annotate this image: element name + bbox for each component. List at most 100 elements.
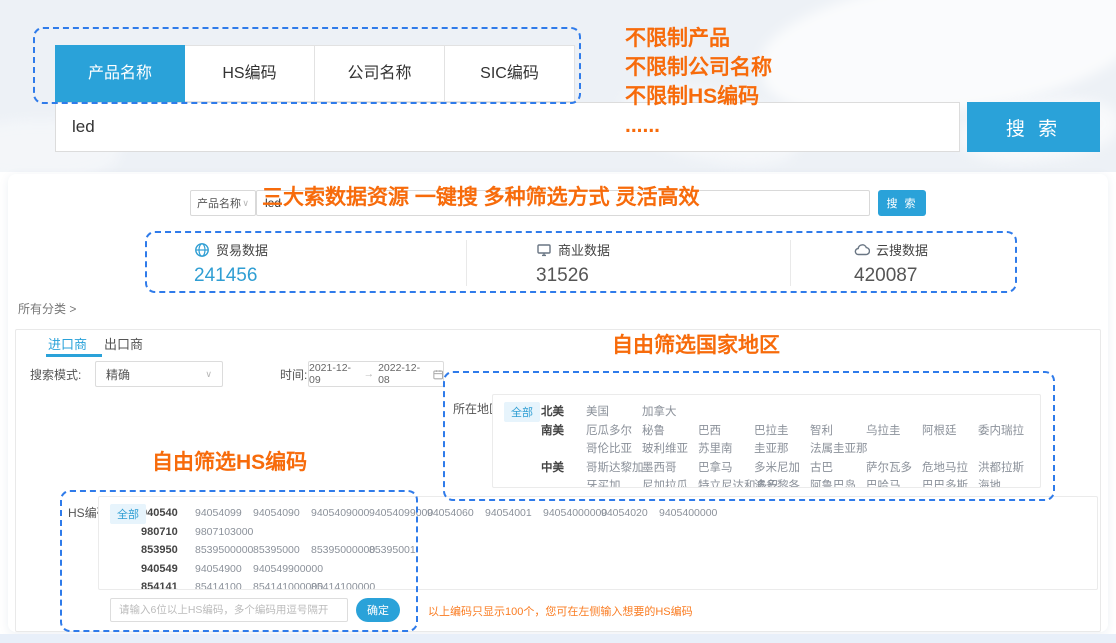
region-country-option[interactable]: 牙买加 bbox=[586, 477, 642, 488]
search-type-tabs: 产品名称 HS编码 公司名称 SIC编码 bbox=[55, 45, 575, 102]
region-country-option[interactable]: 萨尔瓦多 bbox=[866, 459, 922, 475]
mini-search-type-select[interactable]: 产品名称 ∨ bbox=[190, 190, 256, 216]
hs-subcode-option[interactable]: 94054900 bbox=[195, 563, 253, 575]
hs-subcode-option[interactable]: 85395000000 bbox=[311, 544, 369, 556]
region-annotation: 自由筛选国家地区 bbox=[612, 329, 780, 359]
hs-parent-code[interactable]: 940540 bbox=[141, 507, 195, 519]
region-country-option[interactable]: 阿鲁巴岛 bbox=[810, 477, 866, 488]
hs-subcode-option[interactable]: 85395001 bbox=[369, 544, 427, 556]
globe-icon bbox=[194, 242, 210, 258]
region-country-option[interactable]: 秘鲁 bbox=[642, 422, 698, 438]
region-country-option[interactable]: 尼加拉瓜 bbox=[642, 477, 698, 488]
region-country-option[interactable]: 法属圭亚那 bbox=[810, 440, 866, 456]
region-country-option[interactable]: 加拿大 bbox=[642, 403, 698, 419]
hs-parent-code[interactable]: 853950 bbox=[141, 544, 195, 556]
hs-subcode-option[interactable]: 94054099 bbox=[195, 507, 253, 519]
hero-section: 产品名称 HS编码 公司名称 SIC编码 搜 索 不限制产品 不限制公司名称 不… bbox=[0, 0, 1116, 172]
hs-subcode-option[interactable]: 9405409000 bbox=[311, 507, 369, 519]
region-country-option[interactable]: 圭亚那 bbox=[754, 440, 810, 456]
hs-parent-code[interactable]: 980710 bbox=[141, 526, 195, 538]
confirm-button[interactable]: 确定 bbox=[356, 598, 400, 622]
region-group-label[interactable]: 南美 bbox=[541, 422, 586, 438]
tab-company-name[interactable]: 公司名称 bbox=[315, 45, 445, 102]
region-all-chip[interactable]: 全部 bbox=[504, 402, 540, 422]
region-panel: 全部 北美美国加拿大南美厄瓜多尔秘鲁巴西巴拉圭智利乌拉圭阿根廷委内瑞拉哥伦比亚玻… bbox=[492, 394, 1041, 488]
region-country-option[interactable]: 特立尼达和多巴... bbox=[698, 477, 754, 488]
region-country-option[interactable]: 苏里南 bbox=[698, 440, 754, 456]
region-country-option[interactable]: 巴西 bbox=[698, 422, 754, 438]
region-country-option[interactable]: 智利 bbox=[810, 422, 866, 438]
region-country-option[interactable]: 多米尼加 bbox=[754, 459, 810, 475]
region-country-option[interactable]: 阿根廷 bbox=[922, 422, 978, 438]
breadcrumb[interactable]: 所有分类 > bbox=[18, 300, 76, 317]
tab-sic-code[interactable]: SIC编码 bbox=[445, 45, 575, 102]
hs-subcode-option[interactable]: 9405400000 bbox=[659, 507, 717, 519]
hs-subcode-option[interactable]: 85414100 bbox=[195, 581, 253, 590]
tab-exporters[interactable]: 出口商 bbox=[104, 334, 143, 353]
stat-value: 420087 bbox=[854, 265, 928, 287]
region-country-option[interactable]: 哥伦比亚 bbox=[586, 440, 642, 456]
hero-search-input[interactable] bbox=[55, 102, 960, 152]
region-row: 哥伦比亚玻利维亚苏里南圭亚那法属圭亚那 bbox=[505, 439, 1040, 458]
region-group-label[interactable]: 北美 bbox=[541, 403, 586, 419]
stat-cloud-data[interactable]: 云搜数据 420087 bbox=[854, 240, 928, 287]
hs-subcode-option[interactable]: 94054020 bbox=[601, 507, 659, 519]
hs-subcode-option[interactable]: 85414100000 bbox=[311, 581, 369, 590]
region-country-option[interactable]: 墨西哥 bbox=[642, 459, 698, 475]
stat-label: 云搜数据 bbox=[876, 240, 928, 259]
hs-all-chip[interactable]: 全部 bbox=[110, 504, 146, 524]
hs-subcode-option[interactable]: 94054000000 bbox=[543, 507, 601, 519]
chevron-down-icon: ∨ bbox=[242, 198, 249, 209]
region-country-option[interactable]: 波多黎各 bbox=[754, 477, 810, 488]
hs-subcode-option[interactable]: 9807103000 bbox=[195, 526, 253, 538]
hs-subcode-option[interactable]: 940549900000 bbox=[253, 563, 311, 575]
tab-hs-code[interactable]: HS编码 bbox=[185, 45, 315, 102]
region-country-option[interactable]: 洪都拉斯 bbox=[978, 459, 1034, 475]
stat-trade-data[interactable]: 贸易数据 241456 bbox=[194, 240, 268, 287]
chevron-down-icon: ∨ bbox=[205, 369, 212, 380]
active-tab-underline bbox=[46, 354, 102, 357]
region-country-option[interactable]: 巴巴多斯 bbox=[922, 477, 978, 488]
region-country-option[interactable]: 古巴 bbox=[810, 459, 866, 475]
hs-subcode-option[interactable]: 94054099000 bbox=[369, 507, 427, 519]
region-country-option[interactable]: 玻利维亚 bbox=[642, 440, 698, 456]
stat-business-data[interactable]: 商业数据 31526 bbox=[536, 240, 610, 287]
hero-search-button[interactable]: 搜 索 bbox=[967, 102, 1100, 152]
hs-subcode-option[interactable]: 8539500000 bbox=[195, 544, 253, 556]
calendar-icon bbox=[433, 369, 443, 380]
mini-search-button[interactable]: 搜 索 bbox=[878, 190, 926, 216]
search-mode-label: 搜索模式: bbox=[30, 366, 81, 383]
hs-subcode-option[interactable]: 94054001 bbox=[485, 507, 543, 519]
hs-parent-code[interactable]: 940549 bbox=[141, 563, 195, 575]
hs-subcode-option[interactable]: 94054060 bbox=[427, 507, 485, 519]
hs-code-input[interactable] bbox=[110, 598, 348, 622]
region-row: 南美厄瓜多尔秘鲁巴西巴拉圭智利乌拉圭阿根廷委内瑞拉 bbox=[505, 421, 1040, 440]
hs-subcode-option[interactable]: 94054090 bbox=[253, 507, 311, 519]
stat-label: 商业数据 bbox=[558, 240, 610, 259]
region-group-label[interactable]: 中美 bbox=[541, 459, 586, 475]
promo-headline: 三大索数据资源 一键搜 多种筛选方式 灵活高效 bbox=[262, 181, 700, 211]
region-row: 中美哥斯达黎加墨西哥巴拿马多米尼加古巴萨尔瓦多危地马拉洪都拉斯 bbox=[505, 458, 1040, 477]
annotation-line: 不限制产品 bbox=[625, 24, 772, 53]
region-country-option[interactable]: 海地 bbox=[978, 477, 1034, 488]
hs-subcode-option[interactable]: 854141000000 bbox=[253, 581, 311, 590]
hs-code-row: 8539508539500000853950008539500000085395… bbox=[109, 541, 1097, 560]
search-mode-select[interactable]: 精确 ∨ bbox=[95, 361, 223, 387]
region-country-option[interactable]: 厄瓜多尔 bbox=[586, 422, 642, 438]
tab-product-name[interactable]: 产品名称 bbox=[55, 45, 185, 102]
hs-hint-text: 以上编码只显示100个，您可在左侧输入想要的HS编码 bbox=[428, 603, 693, 619]
date-range-picker[interactable]: 2021-12-09 → 2022-12-08 bbox=[308, 361, 444, 387]
hero-annotations: 不限制产品 不限制公司名称 不限制HS编码 ...... bbox=[625, 24, 772, 140]
region-country-option[interactable]: 巴哈马 bbox=[866, 477, 922, 488]
hs-subcode-option[interactable]: 85395000 bbox=[253, 544, 311, 556]
region-country-option[interactable]: 委内瑞拉 bbox=[978, 422, 1034, 438]
region-country-option[interactable]: 巴拿马 bbox=[698, 459, 754, 475]
tab-importers[interactable]: 进口商 bbox=[48, 334, 87, 353]
hs-parent-code[interactable]: 854141 bbox=[141, 581, 195, 590]
region-country-option[interactable]: 哥斯达黎加 bbox=[586, 459, 642, 475]
hs-code-row: 8541418541410085414100000085414100000 bbox=[109, 578, 1097, 590]
region-country-option[interactable]: 美国 bbox=[586, 403, 642, 419]
region-country-option[interactable]: 巴拉圭 bbox=[754, 422, 810, 438]
region-country-option[interactable]: 危地马拉 bbox=[922, 459, 978, 475]
region-country-option[interactable]: 乌拉圭 bbox=[866, 422, 922, 438]
